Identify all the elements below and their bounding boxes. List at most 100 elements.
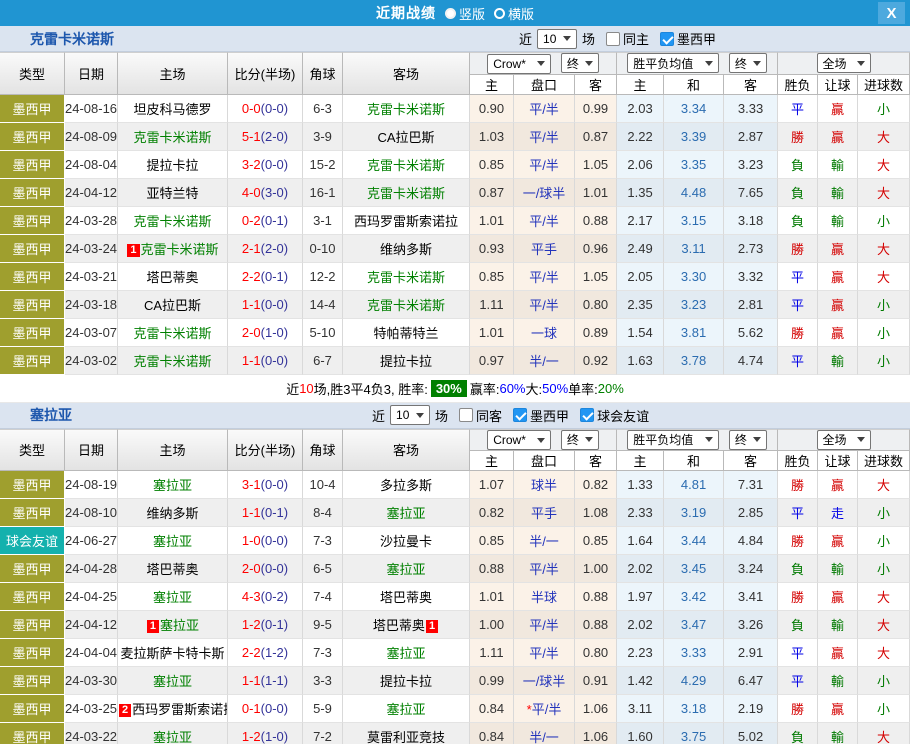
league-badge[interactable]: 墨西甲 [0, 583, 65, 611]
checkbox-same-away-label[interactable]: 同客 [476, 406, 502, 425]
subcol-result-wdl: 胜负 [778, 75, 818, 95]
away-team[interactable]: 多拉多斯 [343, 471, 470, 499]
home-team[interactable]: 塞拉亚 [118, 667, 228, 695]
avg-odds-select[interactable]: 胜平负均值 [627, 430, 719, 450]
league-badge[interactable]: 墨西甲 [0, 263, 65, 291]
league-badge[interactable]: 墨西甲 [0, 667, 65, 695]
checkbox-club-friendly[interactable] [580, 408, 594, 422]
home-team[interactable]: 1塞拉亚 [118, 611, 228, 639]
away-team[interactable]: 西玛罗雷斯索诺拉 [343, 207, 470, 235]
checkbox-same-home[interactable] [606, 32, 620, 46]
away-team[interactable]: 提拉卡拉 [343, 667, 470, 695]
league-badge[interactable]: 墨西甲 [0, 123, 65, 151]
away-team[interactable]: 塞拉亚 [343, 695, 470, 723]
avg-odds-away: 5.02 [724, 723, 778, 744]
odds-stage-select[interactable]: 终 [561, 53, 599, 73]
home-team[interactable]: 塔巴蒂奥 [118, 263, 228, 291]
league-badge[interactable]: 墨西甲 [0, 207, 65, 235]
home-team[interactable]: 1克雷卡米诺斯 [118, 235, 228, 263]
checkbox-same-away[interactable] [459, 408, 473, 422]
away-team[interactable]: 塞拉亚 [343, 555, 470, 583]
checkbox-league-mx[interactable] [660, 32, 674, 46]
away-team[interactable]: 沙拉曼卡 [343, 527, 470, 555]
checkbox-league-mx[interactable] [513, 408, 527, 422]
league-badge[interactable]: 墨西甲 [0, 639, 65, 667]
asian-away-odds: 0.88 [575, 611, 617, 639]
avg-stage-select[interactable]: 终 [729, 430, 767, 450]
away-team[interactable]: 克雷卡米诺斯 [343, 151, 470, 179]
result-wdl: 勝 [778, 235, 818, 263]
avg-odds-away: 7.65 [724, 179, 778, 207]
radio-vertical-label[interactable]: 竖版 [459, 4, 485, 23]
league-badge[interactable]: 墨西甲 [0, 95, 65, 123]
home-team[interactable]: 提拉卡拉 [118, 151, 228, 179]
checkbox-league-mx-label[interactable]: 墨西甲 [530, 406, 569, 425]
radio-horizontal-label[interactable]: 横版 [508, 4, 534, 23]
halftime-score: (0-2) [261, 589, 288, 604]
home-team[interactable]: 2西玛罗雷斯索诺拉 [118, 695, 228, 723]
scope-select[interactable]: 全场 [817, 430, 871, 450]
away-team[interactable]: 塔巴蒂奥1 [343, 611, 470, 639]
league-badge[interactable]: 墨西甲 [0, 347, 65, 375]
away-team[interactable]: 塞拉亚 [343, 639, 470, 667]
checkbox-club-friendly-label[interactable]: 球会友谊 [597, 406, 649, 425]
odds-stage-select[interactable]: 终 [561, 430, 599, 450]
away-team[interactable]: 莫雷利亚竞技 [343, 723, 470, 744]
result-handicap: 贏 [818, 639, 858, 667]
result-goals: 小 [858, 695, 910, 723]
away-team[interactable]: 维纳多斯 [343, 235, 470, 263]
league-badge[interactable]: 墨西甲 [0, 555, 65, 583]
home-team[interactable]: 亚特兰特 [118, 179, 228, 207]
league-badge[interactable]: 墨西甲 [0, 291, 65, 319]
league-badge[interactable]: 墨西甲 [0, 151, 65, 179]
home-team[interactable]: 塞拉亚 [118, 583, 228, 611]
away-team[interactable]: 提拉卡拉 [343, 347, 470, 375]
checkbox-league-mx-label[interactable]: 墨西甲 [677, 29, 716, 48]
league-badge[interactable]: 墨西甲 [0, 179, 65, 207]
away-team[interactable]: 克雷卡米诺斯 [343, 179, 470, 207]
away-team[interactable]: 塔巴蒂奥 [343, 583, 470, 611]
home-team[interactable]: 坦皮科马德罗 [118, 95, 228, 123]
scope-select[interactable]: 全场 [817, 53, 871, 73]
asian-home-odds: 1.03 [470, 123, 514, 151]
away-team[interactable]: 克雷卡米诺斯 [343, 263, 470, 291]
home-team[interactable]: 塔巴蒂奥 [118, 555, 228, 583]
away-team[interactable]: 克雷卡米诺斯 [343, 95, 470, 123]
home-team[interactable]: 麦拉斯萨卡特卡斯 [118, 639, 228, 667]
league-badge[interactable]: 墨西甲 [0, 611, 65, 639]
home-team[interactable]: 克雷卡米诺斯 [118, 123, 228, 151]
league-badge[interactable]: 球会友谊 [0, 527, 65, 555]
away-team[interactable]: 克雷卡米诺斯 [343, 291, 470, 319]
match-count-select[interactable]: 10 [537, 29, 577, 49]
league-badge[interactable]: 墨西甲 [0, 723, 65, 744]
home-team[interactable]: 塞拉亚 [118, 471, 228, 499]
home-team[interactable]: 克雷卡米诺斯 [118, 347, 228, 375]
bookmaker-select[interactable]: Crow* [487, 430, 551, 450]
home-team[interactable]: 克雷卡米诺斯 [118, 207, 228, 235]
radio-horizontal-layout[interactable] [494, 8, 505, 19]
home-team[interactable]: 维纳多斯 [118, 499, 228, 527]
league-badge[interactable]: 墨西甲 [0, 235, 65, 263]
league-badge[interactable]: 墨西甲 [0, 471, 65, 499]
radio-vertical-layout[interactable] [445, 8, 456, 19]
avg-stage-select[interactable]: 终 [729, 53, 767, 73]
away-team[interactable]: 特帕蒂特兰 [343, 319, 470, 347]
avg-odds-select[interactable]: 胜平负均值 [627, 53, 719, 73]
team-name: 塞拉亚 [30, 405, 72, 425]
home-team[interactable]: CA拉巴斯 [118, 291, 228, 319]
asian-home-odds: 0.93 [470, 235, 514, 263]
close-icon[interactable]: X [878, 2, 905, 24]
avg-odds-draw: 3.44 [664, 527, 724, 555]
league-badge[interactable]: 墨西甲 [0, 695, 65, 723]
match-count-select[interactable]: 10 [390, 405, 430, 425]
away-team[interactable]: CA拉巴斯 [343, 123, 470, 151]
away-team[interactable]: 塞拉亚 [343, 499, 470, 527]
league-badge[interactable]: 墨西甲 [0, 319, 65, 347]
corner-count: 5-9 [303, 695, 343, 723]
home-team[interactable]: 克雷卡米诺斯 [118, 319, 228, 347]
bookmaker-select[interactable]: Crow* [487, 54, 551, 74]
home-team[interactable]: 塞拉亚 [118, 527, 228, 555]
checkbox-same-home-label[interactable]: 同主 [623, 29, 649, 48]
league-badge[interactable]: 墨西甲 [0, 499, 65, 527]
home-team[interactable]: 塞拉亚 [118, 723, 228, 744]
